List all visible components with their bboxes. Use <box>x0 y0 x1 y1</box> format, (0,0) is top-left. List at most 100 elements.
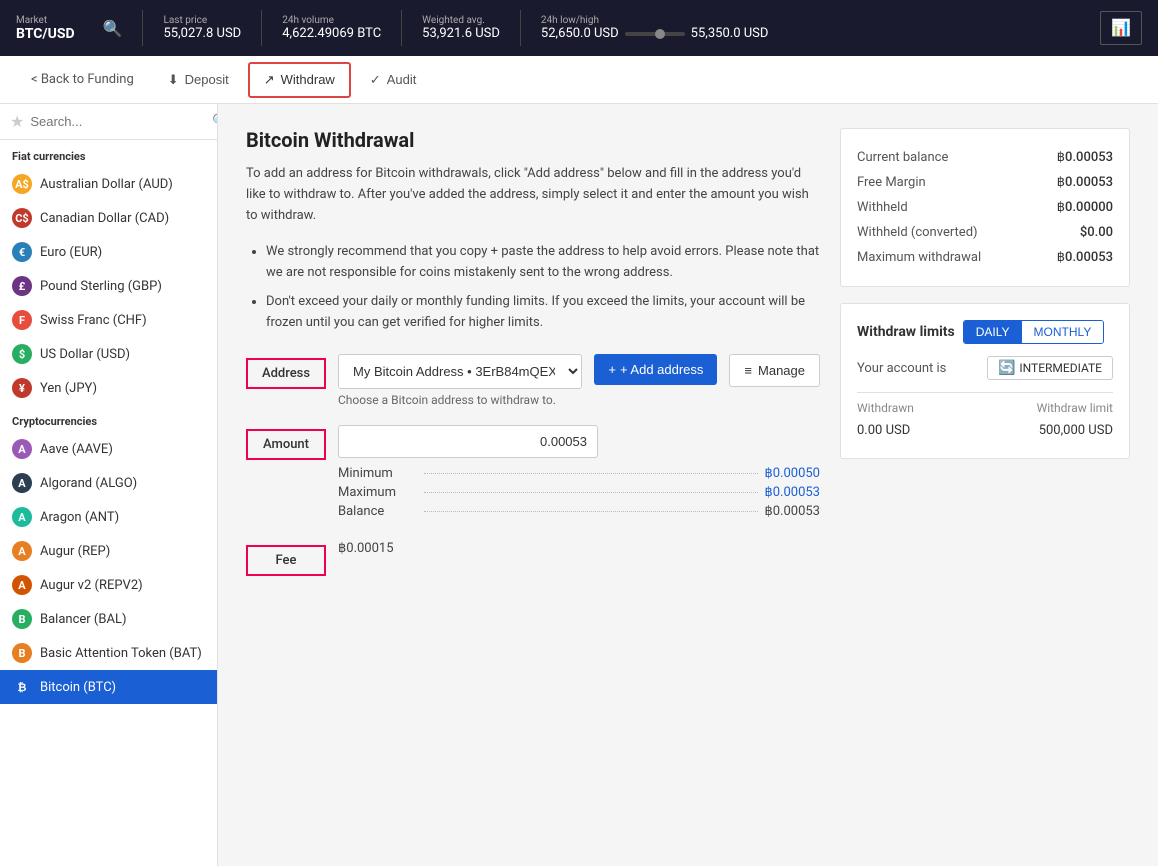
level-name: INTERMEDIATE <box>1019 361 1102 375</box>
withheld-label: Withheld <box>857 200 908 215</box>
add-address-button[interactable]: + + Add address <box>594 354 717 385</box>
deposit-button[interactable]: ⬇ Deposit <box>153 63 244 97</box>
amount-form-row: Amount Minimum ฿0.00050 Maximum ฿0.00053 <box>246 425 820 523</box>
currency-icon: A <box>12 439 32 459</box>
last-price: Last price 55,027.8 USD <box>163 15 241 41</box>
sidebar-item-crypto[interactable]: AAugur (REP) <box>0 534 217 568</box>
sidebar-item-fiat[interactable]: ¥Yen (JPY) <box>0 371 217 405</box>
tab-monthly[interactable]: MONTHLY <box>1022 321 1104 343</box>
account-level-label: Your account is <box>857 361 979 376</box>
main-layout: ★ 🔍 Fiat currencies A$Australian Dollar … <box>0 104 1158 866</box>
max-withdrawal-row: Maximum withdrawal ฿0.00053 <box>857 245 1113 270</box>
page-title: Bitcoin Withdrawal <box>246 128 820 152</box>
fee-value: ฿0.00015 <box>338 541 394 556</box>
currency-icon: $ <box>12 344 32 364</box>
deposit-icon: ⬇ <box>168 72 179 88</box>
maximum-value: ฿0.00053 <box>764 485 820 500</box>
divider <box>142 10 143 46</box>
limits-title: Withdraw limits <box>857 324 955 340</box>
lowhigh-label: 24h low/high <box>541 15 769 26</box>
current-balance-label: Current balance <box>857 150 948 165</box>
topbar: Market BTC/USD 🔍 Last price 55,027.8 USD… <box>0 0 1158 56</box>
low-high: 24h low/high 52,650.0 USD 55,350.0 USD <box>541 15 769 41</box>
divider <box>261 10 262 46</box>
search-input[interactable] <box>30 114 206 129</box>
withdrawn-value: 0.00 USD <box>857 423 910 438</box>
minimum-value: ฿0.00050 <box>764 466 820 481</box>
tab-daily[interactable]: DAILY <box>964 321 1022 343</box>
divider <box>520 10 521 46</box>
fiat-list: A$Australian Dollar (AUD)C$Canadian Doll… <box>0 167 217 405</box>
manage-button[interactable]: ≡ Manage <box>729 354 820 387</box>
withdraw-limit-value: 500,000 USD <box>1039 423 1113 438</box>
audit-button[interactable]: ✓ Audit <box>355 63 432 97</box>
star-icon[interactable]: ★ <box>10 112 24 131</box>
high-value: 55,350.0 USD <box>691 26 769 41</box>
withheld-converted-row: Withheld (converted) $0.00 <box>857 220 1113 245</box>
maximum-row: Maximum ฿0.00053 <box>338 485 820 500</box>
address-label: Address <box>246 358 326 389</box>
sidebar-item-fiat[interactable]: $US Dollar (USD) <box>0 337 217 371</box>
current-balance-value: ฿0.00053 <box>1057 150 1113 165</box>
withdrawal-form: Bitcoin Withdrawal To add an address for… <box>246 128 820 842</box>
limits-header: Withdraw limits DAILY MONTHLY <box>857 320 1113 344</box>
sidebar-item-fiat[interactable]: FSwiss Franc (CHF) <box>0 303 217 337</box>
bullet-item: We strongly recommend that you copy + pa… <box>266 242 820 284</box>
chart-button[interactable]: 📊 <box>1100 11 1142 45</box>
sidebar-item-crypto[interactable]: AAlgorand (ALGO) <box>0 466 217 500</box>
currency-icon: A$ <box>12 174 32 194</box>
audit-icon: ✓ <box>370 72 381 88</box>
withheld-converted-value: $0.00 <box>1080 225 1113 240</box>
fee-control: ฿0.00015 <box>338 541 820 556</box>
address-select[interactable]: My Bitcoin Address • 3ErB84mQEXuKoBU6LBZ… <box>338 354 582 389</box>
sidebar-item-fiat[interactable]: £Pound Sterling (GBP) <box>0 269 217 303</box>
currency-icon: B <box>12 643 32 663</box>
fiat-section-label: Fiat currencies <box>0 140 217 167</box>
sidebar-item-fiat[interactable]: A$Australian Dollar (AUD) <box>0 167 217 201</box>
max-withdrawal-label: Maximum withdrawal <box>857 250 981 265</box>
sidebar-item-fiat[interactable]: C$Canadian Dollar (CAD) <box>0 201 217 235</box>
weighted-avg: Weighted avg. 53,921.6 USD <box>422 15 500 41</box>
account-level-row: Your account is 🔄 INTERMEDIATE <box>857 356 1113 380</box>
maximum-label: Maximum <box>338 485 418 500</box>
sidebar-search-bar[interactable]: ★ 🔍 <box>0 104 217 140</box>
level-icon: 🔄 <box>998 360 1015 376</box>
sidebar-item-fiat[interactable]: €Euro (EUR) <box>0 235 217 269</box>
amount-details: Minimum ฿0.00050 Maximum ฿0.00053 Balanc… <box>338 466 820 519</box>
address-hint: Choose a Bitcoin address to withdraw to. <box>338 393 820 407</box>
minimum-row: Minimum ฿0.00050 <box>338 466 820 481</box>
list-icon: ≡ <box>744 363 752 378</box>
current-balance-row: Current balance ฿0.00053 <box>857 145 1113 170</box>
plus-icon: + <box>608 362 616 377</box>
currency-icon: A <box>12 541 32 561</box>
sidebar-item-crypto[interactable]: AAugur v2 (REPV2) <box>0 568 217 602</box>
limits-tab-group[interactable]: DAILY MONTHLY <box>963 320 1105 344</box>
address-form-row: Address My Bitcoin Address • 3ErB84mQEXu… <box>246 354 820 407</box>
sidebar-item-crypto[interactable]: BBasic Attention Token (BAT) <box>0 636 217 670</box>
content-area: Bitcoin Withdrawal To add an address for… <box>218 104 1158 866</box>
amount-control: Minimum ฿0.00050 Maximum ฿0.00053 Balanc… <box>338 425 820 523</box>
fee-form-row: Fee ฿0.00015 <box>246 541 820 576</box>
currency-icon: A <box>12 473 32 493</box>
amount-input[interactable] <box>338 425 598 458</box>
withheld-row: Withheld ฿0.00000 <box>857 195 1113 220</box>
limits-card: Withdraw limits DAILY MONTHLY Your accou… <box>840 303 1130 459</box>
withheld-converted-label: Withheld (converted) <box>857 225 978 240</box>
back-to-funding-button[interactable]: < Back to Funding <box>16 63 149 96</box>
limits-table-row: 0.00 USD 500,000 USD <box>857 419 1113 442</box>
currency-icon: ₿ <box>12 677 32 697</box>
withdraw-button[interactable]: ↗ Withdraw <box>248 62 351 98</box>
sidebar-item-crypto[interactable]: BBalancer (BAL) <box>0 602 217 636</box>
sidebar-item-crypto[interactable]: AAragon (ANT) <box>0 500 217 534</box>
fee-label: Fee <box>246 545 326 576</box>
sidebar-item-crypto[interactable]: AAave (AAVE) <box>0 432 217 466</box>
sidebar-item-crypto[interactable]: ₿Bitcoin (BTC) <box>0 670 217 704</box>
search-icon[interactable]: 🔍 <box>103 19 123 38</box>
volume-label: 24h volume <box>282 15 381 26</box>
address-control: My Bitcoin Address • 3ErB84mQEXuKoBU6LBZ… <box>338 354 820 407</box>
currency-icon: £ <box>12 276 32 296</box>
crypto-section-label: Cryptocurrencies <box>0 405 217 432</box>
currency-icon: B <box>12 609 32 629</box>
weighted-label: Weighted avg. <box>422 15 500 26</box>
crypto-list: AAave (AAVE)AAlgorand (ALGO)AAragon (ANT… <box>0 432 217 704</box>
